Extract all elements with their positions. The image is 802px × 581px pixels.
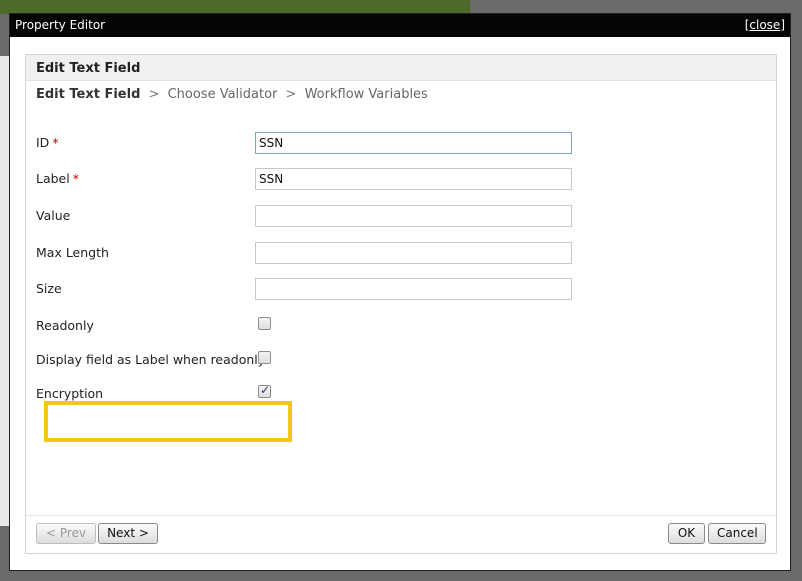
field-row-id: ID *	[36, 132, 766, 165]
background-topbar	[0, 0, 470, 14]
breadcrumb-current: Edit Text Field	[36, 87, 141, 102]
encryption-label: Encryption	[36, 386, 104, 401]
field-row-size: Size	[36, 278, 766, 311]
close-label: close	[749, 18, 781, 32]
readonly-checkbox[interactable]	[258, 317, 271, 330]
breadcrumb: Edit Text Field > Choose Validator > Wor…	[36, 87, 428, 102]
max-length-label: Max Length	[36, 245, 109, 260]
display-as-label-label: Display field as Label when readonly?	[36, 352, 272, 367]
field-row-readonly: Readonly	[36, 317, 766, 348]
display-as-label-checkbox[interactable]	[258, 351, 271, 364]
edit-panel: Edit Text Field Edit Text Field > Choose…	[25, 54, 777, 554]
id-input[interactable]	[255, 132, 572, 154]
required-mark: *	[72, 171, 79, 186]
close-link[interactable]: [close]	[745, 18, 785, 32]
value-input[interactable]	[255, 205, 572, 227]
field-row-max-length: Max Length	[36, 242, 766, 275]
field-row-value: Value	[36, 205, 766, 238]
panel-footer-divider	[26, 515, 776, 516]
breadcrumb-separator: >	[285, 87, 297, 102]
next-button[interactable]: Next >	[98, 523, 158, 544]
dialog-titlebar: Property Editor [close]	[10, 14, 790, 37]
label-label-text: Label	[36, 171, 70, 186]
panel-header: Edit Text Field	[26, 55, 776, 81]
required-mark: *	[52, 135, 59, 150]
encryption-checkbox[interactable]	[258, 383, 271, 398]
breadcrumb-step-variables: Workflow Variables	[304, 87, 428, 102]
panel-title: Edit Text Field	[36, 61, 141, 76]
label-label: Label *	[36, 171, 79, 186]
label-input[interactable]	[255, 168, 572, 190]
breadcrumb-step-validator: Choose Validator	[167, 87, 278, 102]
id-label-text: ID	[36, 135, 50, 150]
close-bracket-close: ]	[780, 18, 785, 32]
field-row-encryption: Encryption	[36, 383, 766, 416]
dialog-title: Property Editor	[15, 18, 106, 32]
field-row-label: Label *	[36, 168, 766, 201]
ok-button[interactable]: OK	[668, 523, 705, 544]
id-label: ID *	[36, 135, 59, 150]
field-row-display-as-label: Display field as Label when readonly?	[36, 351, 766, 382]
size-input[interactable]	[255, 278, 572, 300]
value-label: Value	[36, 208, 71, 223]
readonly-label: Readonly	[36, 318, 94, 333]
breadcrumb-separator: >	[148, 87, 160, 102]
cancel-button[interactable]: Cancel	[708, 523, 766, 544]
prev-button[interactable]: < Prev	[36, 523, 96, 544]
property-editor-dialog: Property Editor [close] Edit Text Field …	[9, 13, 791, 571]
max-length-input[interactable]	[255, 242, 572, 264]
size-label: Size	[36, 281, 62, 296]
